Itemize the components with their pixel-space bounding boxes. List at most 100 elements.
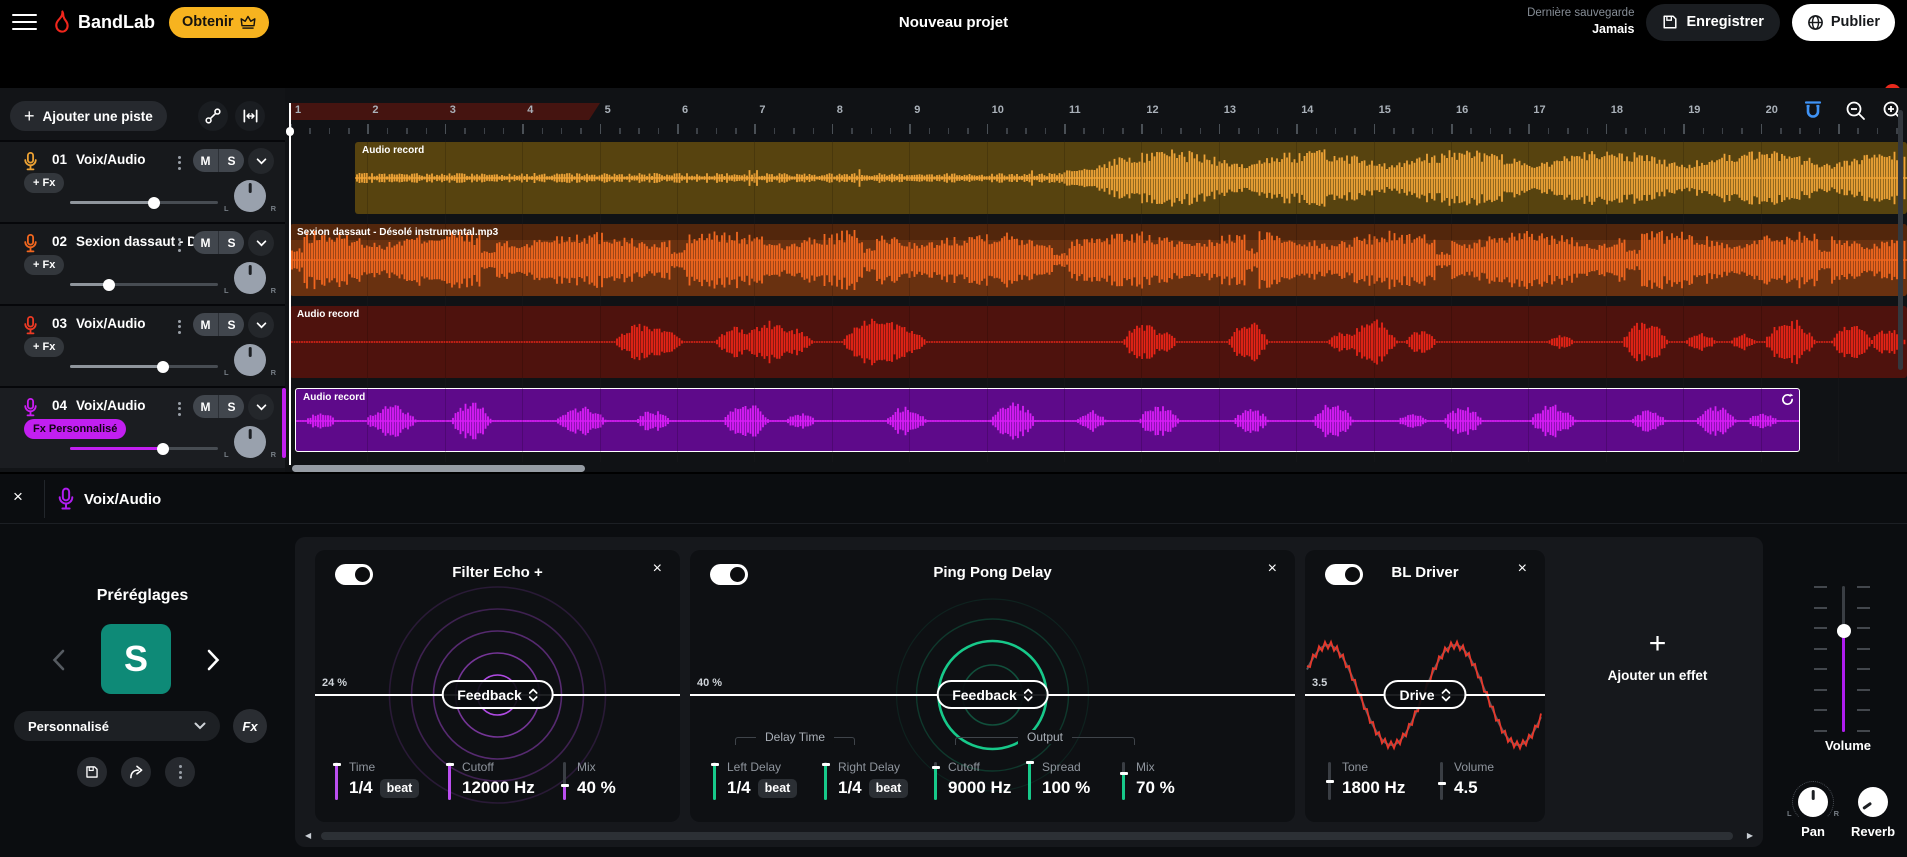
track-fx-button[interactable]: + Fx — [24, 255, 64, 275]
track-collapse-icon[interactable] — [248, 148, 274, 174]
track-fx-button[interactable]: + Fx — [24, 337, 64, 357]
snap-magnet-icon[interactable] — [1802, 100, 1824, 122]
param-slider[interactable] — [1028, 762, 1031, 800]
track-collapse-icon[interactable] — [248, 230, 274, 256]
add-track-button[interactable]: + Ajouter une piste — [10, 101, 167, 131]
get-premium-button[interactable]: Obtenir — [169, 7, 269, 38]
audio-region[interactable]: Audio record — [290, 306, 1907, 378]
track-pan-knob[interactable]: L R — [234, 426, 266, 458]
track-row[interactable]: 03Voix/Audio MS + Fx L R — [0, 304, 285, 386]
save-button[interactable]: Enregistrer — [1646, 4, 1779, 41]
track-fader[interactable] — [70, 201, 218, 204]
cards-scroll-thumb[interactable] — [321, 832, 1733, 840]
param-slider[interactable] — [824, 762, 827, 800]
param-slider[interactable] — [563, 762, 566, 800]
track-fader-knob[interactable] — [103, 279, 115, 291]
preset-tile[interactable]: S — [101, 624, 171, 694]
param-slider[interactable] — [934, 762, 937, 800]
track-fader[interactable] — [70, 447, 218, 450]
param-value[interactable]: 1/4 — [349, 778, 373, 798]
mute-button[interactable]: M — [193, 231, 218, 254]
solo-button[interactable]: S — [219, 313, 244, 336]
effect-mode-dropdown[interactable]: Feedback — [936, 680, 1049, 709]
collapse-tracks-icon[interactable] — [235, 101, 265, 131]
scroll-right-icon[interactable]: ▶ — [1747, 831, 1753, 840]
mute-button[interactable]: M — [193, 395, 218, 418]
playhead[interactable] — [289, 103, 291, 465]
track-fader-knob[interactable] — [157, 361, 169, 373]
track-pan-knob[interactable]: L R — [234, 180, 266, 212]
vertical-scrollbar[interactable] — [1898, 110, 1903, 370]
close-icon[interactable]: × — [1268, 560, 1277, 578]
close-icon[interactable]: × — [653, 560, 662, 578]
param-unit-badge[interactable]: beat — [380, 779, 420, 798]
close-icon[interactable]: × — [13, 487, 23, 507]
param-slider[interactable] — [448, 762, 451, 800]
track-pan-knob[interactable]: L R — [234, 344, 266, 376]
track-menu-icon[interactable] — [178, 235, 181, 254]
track-fader-knob[interactable] — [148, 197, 160, 209]
track-menu-icon[interactable] — [178, 153, 181, 172]
track-fader[interactable] — [70, 365, 218, 368]
param-value[interactable]: 40 % — [577, 778, 616, 798]
solo-button[interactable]: S — [219, 231, 244, 254]
param-value[interactable]: 4.5 — [1454, 778, 1478, 798]
audio-region[interactable]: Audio record — [295, 388, 1800, 452]
track-collapse-icon[interactable] — [248, 394, 274, 420]
track-fx-button[interactable]: + Fx — [24, 173, 64, 193]
share-preset-button[interactable] — [121, 757, 151, 787]
track-row[interactable]: 01Voix/Audio MS + Fx L R — [0, 140, 285, 222]
add-effect-button[interactable]: + Ajouter un effet — [1565, 627, 1750, 683]
effect-mode-dropdown[interactable]: Drive — [1383, 680, 1466, 709]
track-volume-slider[interactable] — [1842, 586, 1845, 732]
param-value[interactable]: 1/4 — [838, 778, 862, 798]
effect-mode-dropdown[interactable]: Feedback — [441, 680, 554, 709]
param-value[interactable]: 12000 Hz — [462, 778, 535, 798]
bandlab-logo[interactable]: BandLab — [51, 10, 155, 34]
horizontal-scrollbar[interactable] — [292, 465, 585, 472]
track-row[interactable]: 04Voix/Audio MS Fx Personnalisé L R — [0, 386, 285, 468]
mute-button[interactable]: M — [193, 313, 218, 336]
solo-button[interactable]: S — [219, 395, 244, 418]
param-unit-badge[interactable]: beat — [758, 779, 798, 798]
track-row[interactable]: 02Sexion dassaut - D... MS + Fx L R — [0, 222, 285, 304]
preset-prev-icon[interactable] — [52, 649, 65, 671]
track-fader[interactable] — [70, 283, 218, 286]
track-fx-button[interactable]: Fx Personnalisé — [24, 419, 126, 439]
param-slider[interactable] — [1440, 762, 1443, 800]
scroll-left-icon[interactable]: ◀ — [305, 831, 311, 840]
param-value[interactable]: 1800 Hz — [1342, 778, 1405, 798]
param-value[interactable]: 100 % — [1042, 778, 1090, 798]
audio-region[interactable]: Sexion dassaut - Désolé instrumental.mp3 — [290, 224, 1907, 296]
mute-button[interactable]: M — [193, 149, 218, 172]
playhead-handle[interactable] — [286, 127, 295, 136]
loop-region[interactable] — [290, 103, 600, 120]
param-value[interactable]: 9000 Hz — [948, 778, 1011, 798]
param-slider[interactable] — [1328, 762, 1331, 800]
track-volume-knob[interactable] — [1837, 624, 1851, 638]
reverb-knob[interactable] — [1858, 787, 1888, 817]
menu-icon[interactable] — [12, 14, 37, 31]
tuner-cable-icon[interactable] — [198, 101, 228, 131]
track-menu-icon[interactable] — [178, 399, 181, 418]
track-collapse-icon[interactable] — [248, 312, 274, 338]
zoom-out-icon[interactable] — [1845, 100, 1867, 122]
publish-button[interactable]: Publier — [1792, 4, 1895, 41]
preset-menu-button[interactable] — [165, 757, 195, 787]
param-slider[interactable] — [335, 762, 338, 800]
param-unit-badge[interactable]: beat — [869, 779, 909, 798]
timeline[interactable]: 1234567891011121314151617181920 Audio re… — [285, 88, 1907, 472]
pan-knob[interactable]: L R — [1798, 787, 1828, 817]
param-value[interactable]: 1/4 — [727, 778, 751, 798]
close-icon[interactable]: × — [1518, 560, 1527, 578]
param-value[interactable]: 70 % — [1136, 778, 1175, 798]
cards-scrollbar[interactable]: ◀ ▶ — [305, 831, 1753, 841]
fx-chip[interactable]: Fx — [233, 709, 267, 743]
region-loop-icon[interactable] — [1781, 393, 1794, 406]
solo-button[interactable]: S — [219, 149, 244, 172]
preset-dropdown[interactable]: Personnalisé — [14, 711, 220, 741]
track-pan-knob[interactable]: L R — [234, 262, 266, 294]
track-menu-icon[interactable] — [178, 317, 181, 336]
param-slider[interactable] — [713, 762, 716, 800]
audio-region[interactable]: Audio record — [355, 142, 1907, 214]
